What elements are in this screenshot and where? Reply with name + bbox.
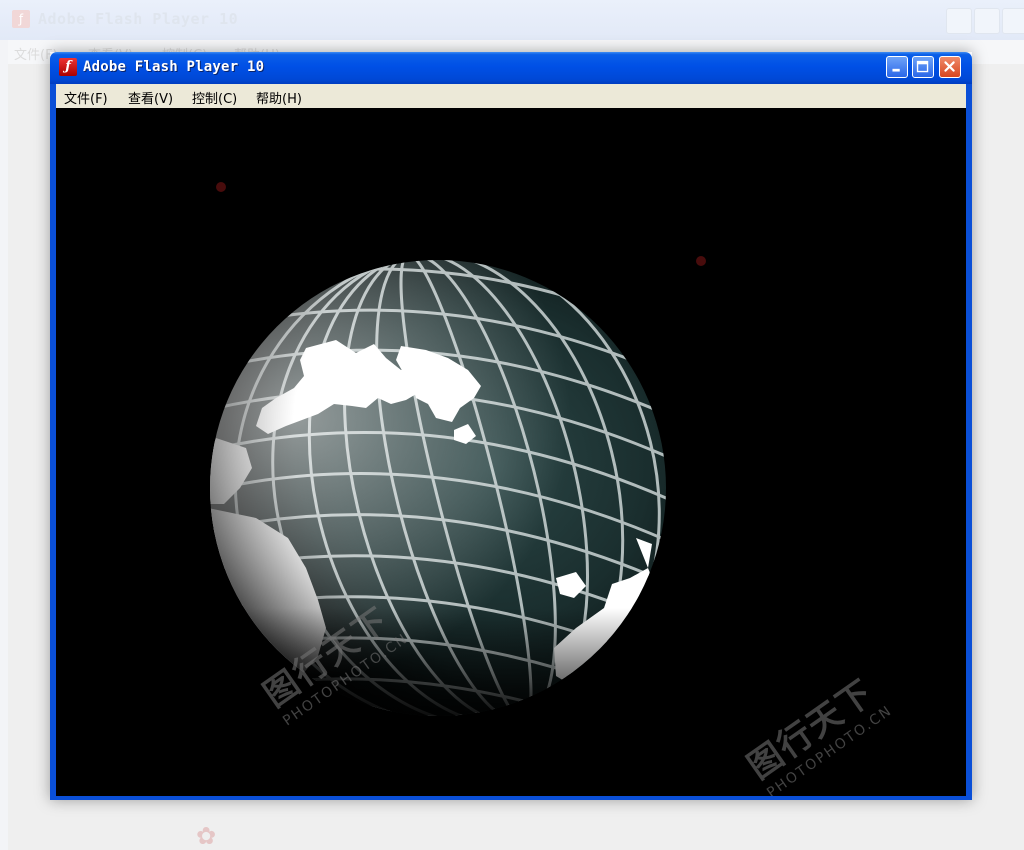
window-frame-bottom — [50, 796, 972, 800]
menubar: 文件(F) 查看(V) 控制(C) 帮助(H) — [56, 84, 966, 108]
globe-grid — [210, 260, 666, 716]
menu-control[interactable]: 控制(C) — [192, 88, 237, 107]
flash-stage[interactable]: 图行天下 PHOTOPHOTO.CN 图行天下 PHOTOPHOTO.CN — [56, 108, 966, 796]
background-titlebar: ƒ Adobe Flash Player 10 — [0, 0, 1024, 40]
maximize-icon — [916, 60, 929, 73]
sparkle-icon — [216, 182, 226, 192]
flash-player-window: ƒ Adobe Flash Player 10 文件(F) 查看(V) 控制(C… — [50, 52, 972, 800]
watermark-flower-icon: ✿ — [196, 822, 217, 850]
background-maximize-icon — [974, 8, 1000, 34]
background-flash-icon: ƒ — [12, 10, 30, 28]
minimize-icon — [892, 68, 900, 72]
background-window-title: Adobe Flash Player 10 — [38, 10, 239, 28]
titlebar[interactable]: ƒ Adobe Flash Player 10 — [50, 52, 972, 84]
menu-view[interactable]: 查看(V) — [128, 88, 173, 107]
window-frame-right — [966, 84, 972, 800]
background-close-icon — [1002, 8, 1024, 34]
maximize-button[interactable] — [912, 56, 934, 78]
menu-help[interactable]: 帮助(H) — [256, 88, 302, 107]
background-minimize-icon — [946, 8, 972, 34]
flash-icon[interactable]: ƒ — [59, 58, 77, 76]
minimize-button[interactable] — [886, 56, 908, 78]
close-button[interactable] — [939, 56, 961, 78]
window-title: Adobe Flash Player 10 — [83, 59, 265, 75]
sparkle-icon — [696, 256, 706, 266]
close-icon — [944, 61, 955, 72]
menu-file[interactable]: 文件(F) — [64, 88, 108, 107]
